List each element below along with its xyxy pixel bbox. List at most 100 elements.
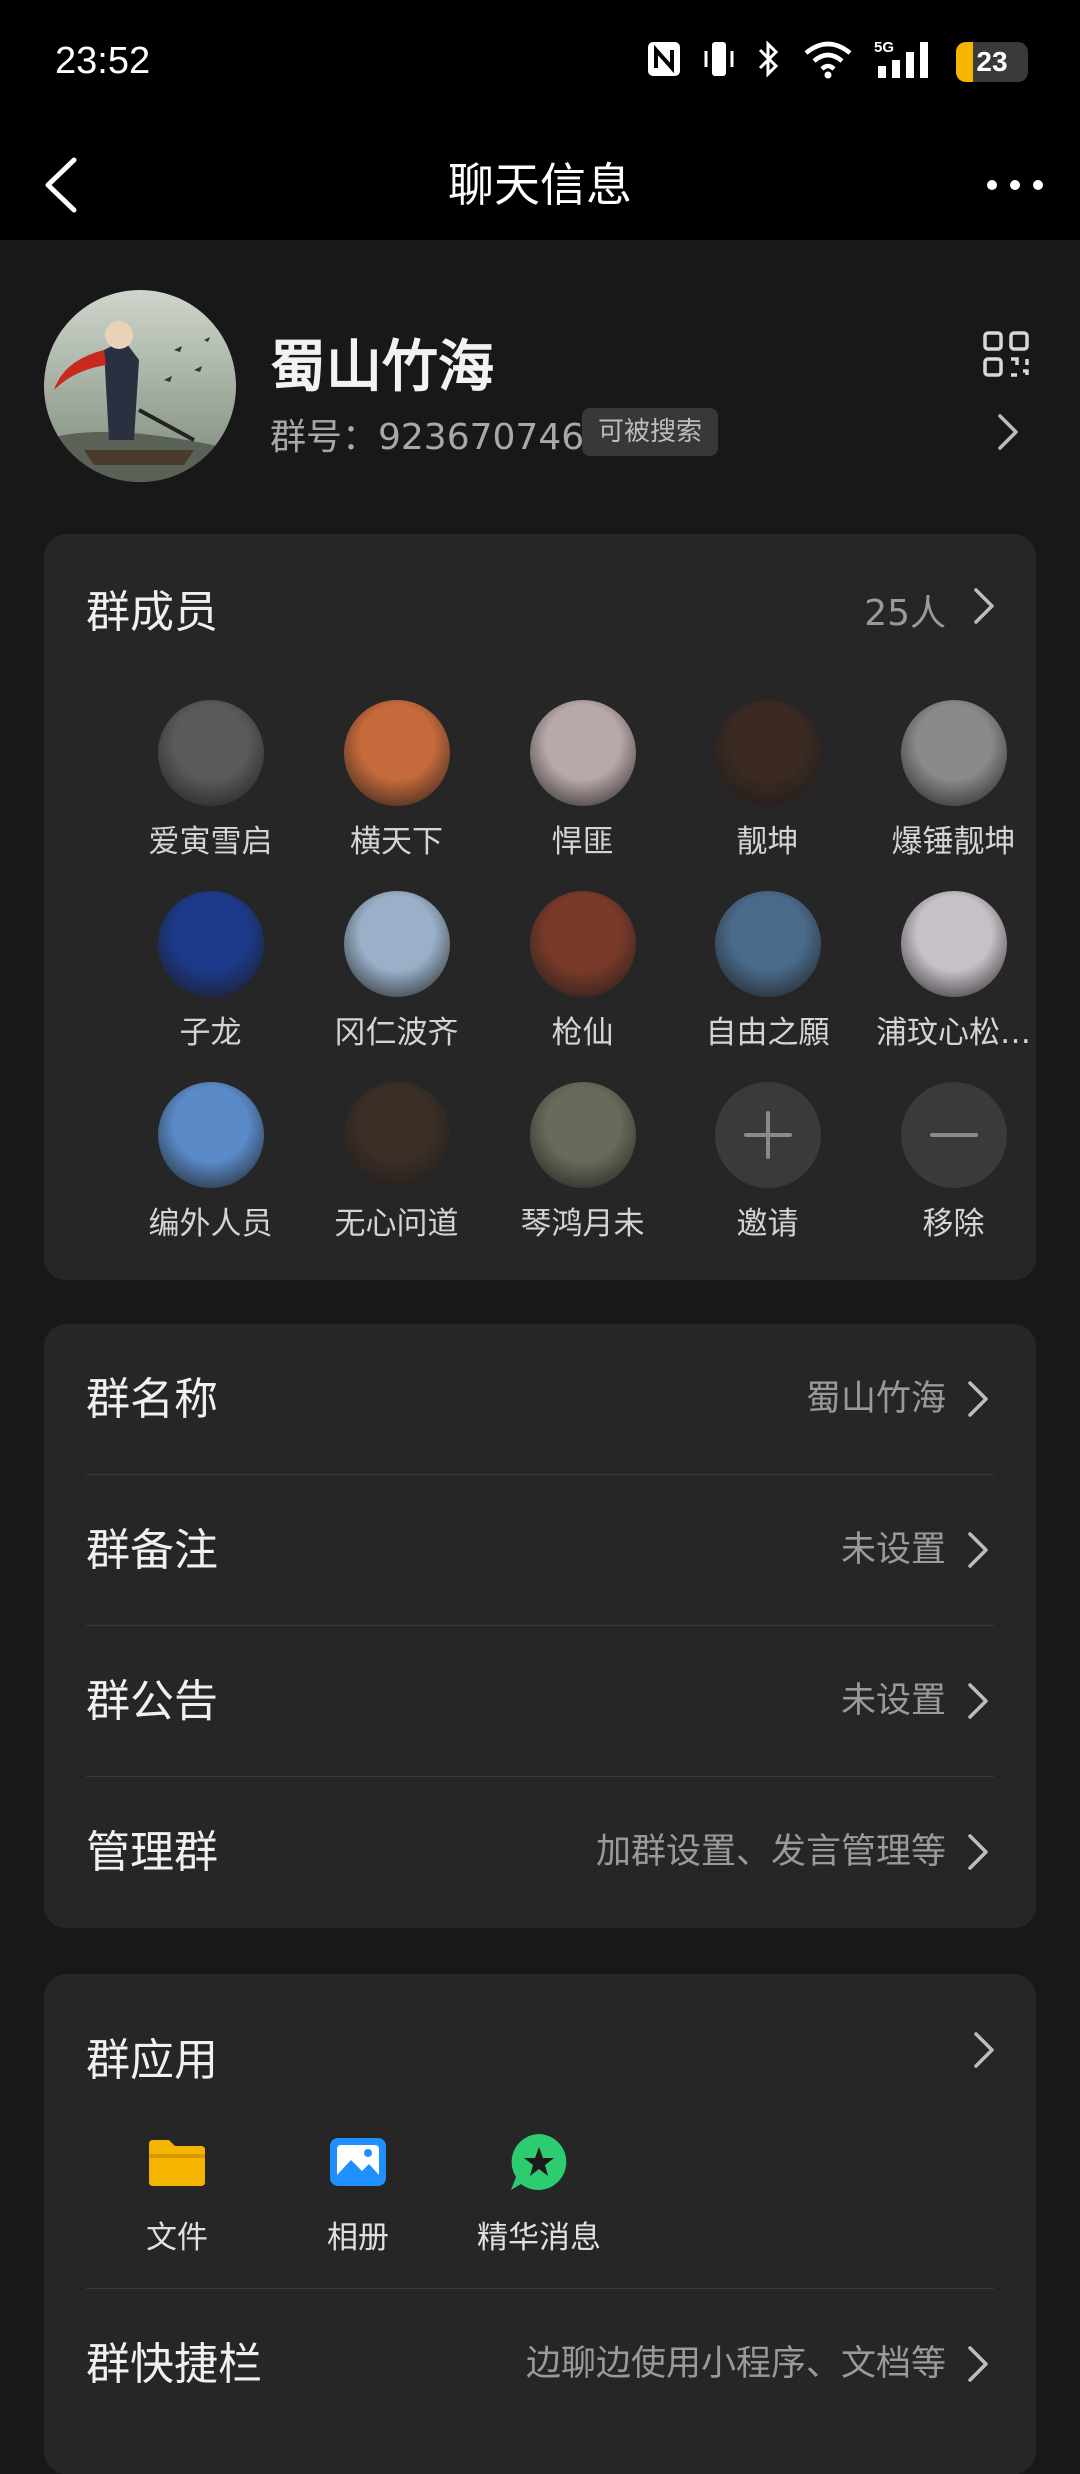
member-item[interactable]: 冈仁波齐 <box>304 891 489 1052</box>
remove-label: 移除 <box>922 1206 985 1242</box>
5g-signal-icon: 5G <box>874 39 928 78</box>
member-item[interactable]: 琴鸿月未 <box>490 1082 675 1243</box>
invite-circle[interactable] <box>714 1082 821 1188</box>
group-settings-card: 群名称 蜀山竹海 群备注 未设置 群公告 未设置 管理群 加群设置、发言管理等 <box>44 1324 1036 1928</box>
member-avatar[interactable] <box>343 1082 450 1188</box>
nav-bar: 聊天信息 <box>0 130 1080 240</box>
app-label: 文件 <box>146 2220 208 2256</box>
chevron-right-icon <box>998 414 1018 450</box>
chevron-right-icon <box>968 1381 988 1417</box>
member-avatar[interactable] <box>900 891 1007 997</box>
setting-value: 加群设置、发言管理等 <box>595 1832 946 1872</box>
page-title: 聊天信息 <box>448 158 632 212</box>
setting-row-quick-bar[interactable]: 群快捷栏 边聊边使用小程序、文档等 <box>86 2289 994 2440</box>
chevron-right-icon <box>968 1834 988 1870</box>
member-avatar[interactable] <box>343 700 450 806</box>
setting-row-group-remark[interactable]: 群备注 未设置 <box>86 1475 994 1626</box>
folder-icon <box>149 2140 205 2186</box>
setting-row-group-notice[interactable]: 群公告 未设置 <box>86 1626 994 1777</box>
chevron-right-icon[interactable] <box>966 584 1000 628</box>
qr-code-icon <box>983 331 1029 377</box>
member-name: 子龙 <box>179 1015 242 1051</box>
member-avatar[interactable] <box>714 700 821 806</box>
group-name: 蜀山竹海 <box>270 335 494 400</box>
setting-row-manage-group[interactable]: 管理群 加群设置、发言管理等 <box>86 1777 994 1928</box>
app-files[interactable]: 文件 <box>97 2130 257 2257</box>
member-name: 浦玟心松… <box>876 1015 1031 1051</box>
group-header[interactable]: 蜀山竹海 群号：923670746 可被搜索 <box>0 240 1080 510</box>
app-album[interactable]: 相册 <box>278 2130 438 2257</box>
searchable-badge: 可被搜索 <box>582 408 719 456</box>
status-icons: 5G <box>646 38 930 80</box>
member-avatar[interactable] <box>157 700 264 806</box>
chevron-right-icon <box>968 1683 988 1719</box>
member-item[interactable]: 编外人员 <box>118 1082 303 1243</box>
member-avatar[interactable] <box>529 891 636 997</box>
more-dots-icon <box>987 180 1043 190</box>
member-item[interactable]: 靓坤 <box>675 700 860 861</box>
setting-label: 群公告 <box>86 1676 218 1727</box>
member-avatar[interactable] <box>529 700 636 806</box>
status-time: 23:52 <box>55 40 151 82</box>
chevron-right-icon[interactable] <box>966 2028 1000 2072</box>
setting-value: 未设置 <box>840 1530 946 1570</box>
app-label: 相册 <box>327 2220 389 2256</box>
battery-icon: 23 <box>956 42 1028 82</box>
group-apps-card: 群应用 文件 相册 精华消息 群快捷栏 边聊边使用小程序、文档等 <box>44 1974 1036 2474</box>
member-item[interactable]: 枪仙 <box>490 891 675 1052</box>
photo-album-icon <box>330 2138 386 2186</box>
invite-label: 邀请 <box>736 1206 799 1242</box>
vibrate-icon <box>704 42 734 76</box>
setting-value: 蜀山竹海 <box>805 1379 946 1419</box>
member-name: 悍匪 <box>551 824 614 860</box>
setting-row-group-name[interactable]: 群名称 蜀山竹海 <box>86 1324 994 1475</box>
group-avatar[interactable] <box>44 290 236 482</box>
remove-button[interactable]: 移除 <box>861 1082 1046 1243</box>
chevron-right-icon <box>968 2346 988 2382</box>
member-item[interactable]: 悍匪 <box>490 700 675 861</box>
member-avatar[interactable] <box>900 700 1007 806</box>
bluetooth-icon <box>758 40 779 78</box>
plus-icon <box>743 1111 792 1159</box>
nfc-icon <box>648 42 680 76</box>
member-avatar[interactable] <box>343 891 450 997</box>
app-highlights[interactable]: 精华消息 <box>459 2130 619 2257</box>
quick-bar-label: 群快捷栏 <box>86 2339 262 2390</box>
setting-label: 群备注 <box>86 1525 218 1576</box>
member-item[interactable]: 自由之願 <box>675 891 860 1052</box>
quick-bar-value: 边聊边使用小程序、文档等 <box>525 2344 946 2384</box>
member-name: 冈仁波齐 <box>334 1015 459 1051</box>
member-name: 靓坤 <box>736 824 799 860</box>
members-title: 群成员 <box>86 587 218 638</box>
member-count[interactable]: 25人 <box>864 584 946 636</box>
group-apps-title[interactable]: 群应用 <box>86 2024 218 2088</box>
chevron-right-icon <box>968 1532 988 1568</box>
member-item[interactable]: 子龙 <box>118 891 303 1052</box>
member-avatar[interactable] <box>157 1082 264 1188</box>
member-item[interactable]: 横天下 <box>304 700 489 861</box>
setting-label: 群名称 <box>86 1374 218 1425</box>
member-name: 枪仙 <box>551 1015 614 1051</box>
wifi-icon <box>804 41 852 79</box>
member-item[interactable]: 爱寅雪启 <box>118 700 303 861</box>
svg-text:5G: 5G <box>874 39 894 56</box>
member-name: 琴鸿月未 <box>520 1206 645 1242</box>
more-options-button[interactable] <box>980 160 1050 210</box>
member-avatar[interactable] <box>157 891 264 997</box>
qr-code-button[interactable] <box>982 330 1030 378</box>
star-bubble-icon <box>511 2134 567 2190</box>
member-avatar[interactable] <box>529 1082 636 1188</box>
member-avatar[interactable] <box>714 891 821 997</box>
member-name: 爱寅雪启 <box>148 824 273 860</box>
member-item[interactable]: 浦玟心松… <box>861 891 1046 1052</box>
remove-circle[interactable] <box>900 1082 1007 1188</box>
member-item[interactable]: 无心问道 <box>304 1082 489 1243</box>
status-bar: 23:52 5G 23 <box>0 0 1080 130</box>
member-item[interactable]: 爆锤靓坤 <box>861 700 1046 861</box>
invite-button[interactable]: 邀请 <box>675 1082 860 1243</box>
setting-value: 未设置 <box>840 1681 946 1721</box>
app-label: 精华消息 <box>477 2220 601 2256</box>
setting-label: 管理群 <box>86 1827 218 1878</box>
member-name: 无心问道 <box>334 1206 459 1242</box>
member-name: 编外人员 <box>148 1206 273 1242</box>
